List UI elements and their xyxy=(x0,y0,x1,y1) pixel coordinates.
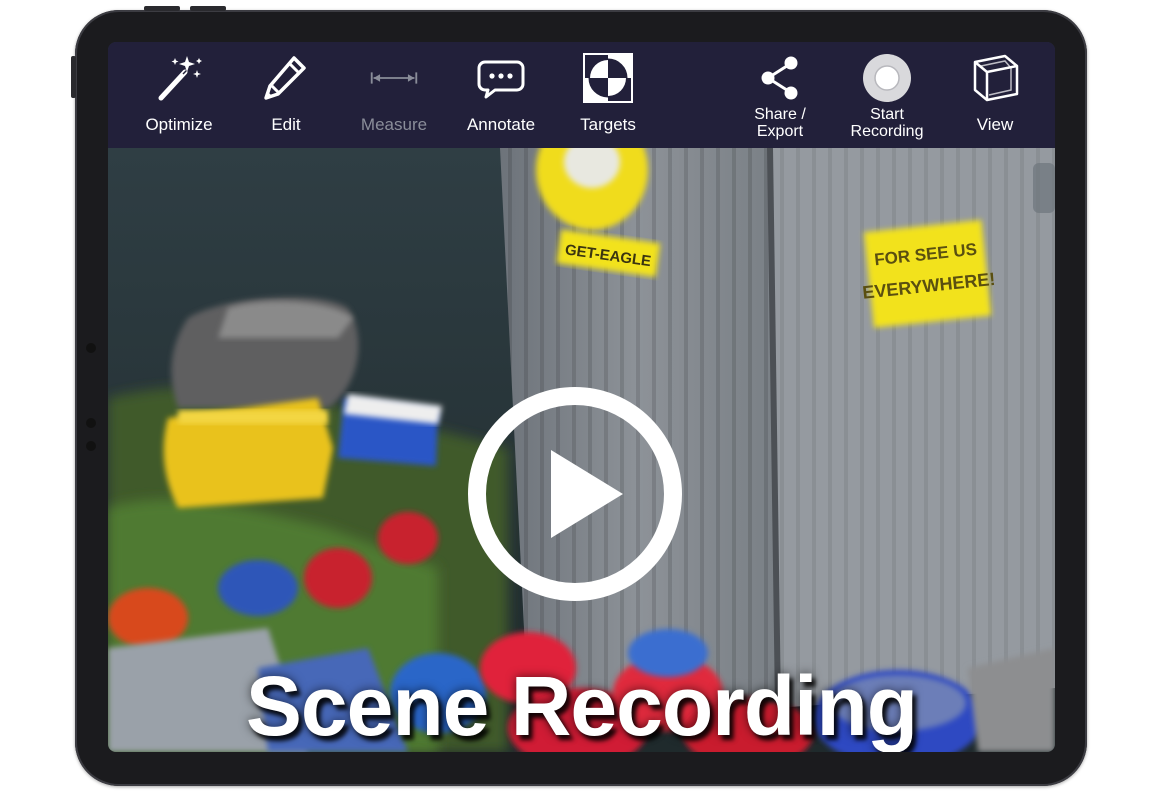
magic-wand-icon xyxy=(153,52,205,104)
scene-caption: Scene Recording xyxy=(245,659,918,752)
edit-button[interactable]: Edit xyxy=(236,42,336,148)
point-cloud-scene[interactable]: GET-EAGLE FOR SEE US EVERYWHERE! Scene R… xyxy=(108,148,1055,752)
view-button[interactable]: View xyxy=(945,42,1045,148)
app-screen: Optimize Edit Measure Annotate Targets S… xyxy=(108,42,1055,752)
start-recording-label: Start Recording xyxy=(837,106,937,140)
targets-label: Targets xyxy=(580,115,636,134)
optimize-button[interactable]: Optimize xyxy=(129,42,229,148)
share-export-label: Share / Export xyxy=(730,106,830,140)
record-icon xyxy=(861,52,913,104)
target-checker-icon xyxy=(582,52,634,104)
share-label-line1: Share / xyxy=(754,106,806,123)
measure-label: Measure xyxy=(360,115,428,134)
volume-button xyxy=(190,6,226,11)
cube-icon xyxy=(969,52,1021,104)
share-export-button[interactable]: Share / Export xyxy=(730,42,830,148)
measure-icon xyxy=(368,52,420,104)
annotate-label: Annotate xyxy=(466,115,536,134)
camera-dot xyxy=(86,343,96,353)
top-toolbar: Optimize Edit Measure Annotate Targets S… xyxy=(108,42,1055,148)
measure-button[interactable]: Measure xyxy=(344,42,444,148)
power-button xyxy=(71,56,76,98)
pencil-icon xyxy=(260,52,312,104)
record-label-line2: Recording xyxy=(850,123,924,140)
speech-bubble-icon xyxy=(475,52,527,104)
record-label-line1: Start xyxy=(870,106,904,123)
volume-button xyxy=(144,6,180,11)
camera-dot xyxy=(86,418,96,428)
sign-see-us-everywhere: FOR SEE US EVERYWHERE! xyxy=(862,219,996,328)
play-icon xyxy=(551,450,623,538)
camera-dot xyxy=(86,441,96,451)
play-button[interactable] xyxy=(467,386,683,602)
edit-label: Edit xyxy=(271,115,301,134)
view-label: View xyxy=(976,115,1014,134)
optimize-label: Optimize xyxy=(145,115,213,134)
targets-button[interactable]: Targets xyxy=(558,42,658,148)
share-label-line2: Export xyxy=(756,123,804,140)
share-icon xyxy=(754,52,806,104)
start-recording-button[interactable]: Start Recording xyxy=(837,42,937,148)
annotate-button[interactable]: Annotate xyxy=(451,42,551,148)
